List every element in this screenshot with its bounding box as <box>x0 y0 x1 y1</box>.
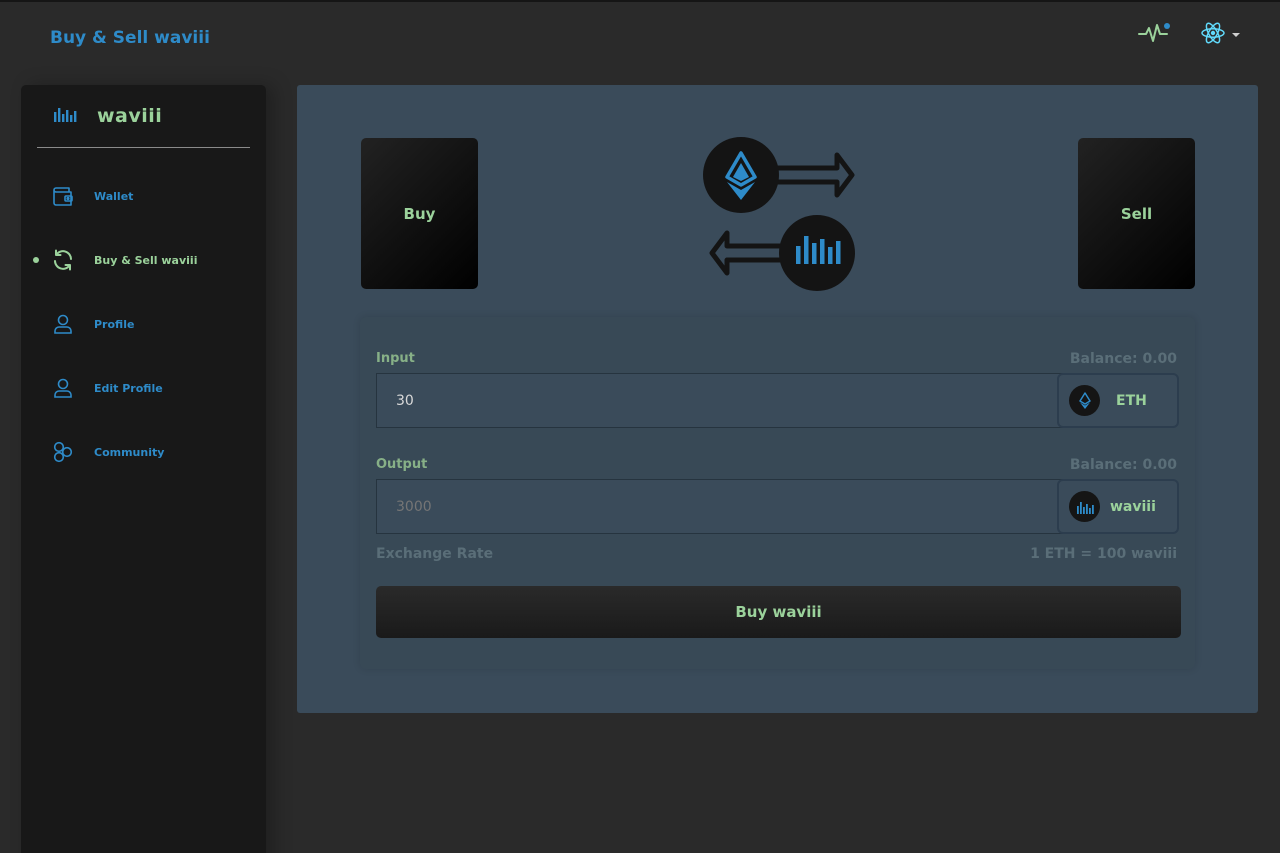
chevron-down-icon <box>1232 33 1240 37</box>
output-balance: Balance: 0.00 <box>1069 457 1177 473</box>
sidebar-brand[interactable]: waviii <box>53 105 162 127</box>
sidebar-divider <box>37 147 250 148</box>
input-token-selector[interactable]: ETH <box>1057 373 1179 428</box>
exchange-form: Input Balance: 0.00 ETH Output Balance: … <box>360 317 1195 669</box>
ethereum-icon <box>1069 385 1100 416</box>
app-menu-dropdown[interactable] <box>1200 20 1240 50</box>
sell-card-label: Sell <box>1120 204 1153 223</box>
input-balance: Balance: 0.00 <box>1069 351 1177 367</box>
sidebar-item-wallet[interactable]: Wallet <box>21 180 266 212</box>
sidebar-item-edit-profile[interactable]: Edit Profile <box>21 372 266 404</box>
input-token-name: ETH <box>1116 392 1147 409</box>
active-indicator <box>33 257 39 263</box>
waviii-token-icon <box>1069 491 1100 522</box>
sidebar-item-label: Community <box>94 445 165 459</box>
waviii-logo-icon <box>53 105 77 127</box>
sidebar: waviii Wallet Buy & Sell waviii Profile … <box>21 85 266 853</box>
sidebar-item-buy-sell[interactable]: Buy & Sell waviii <box>21 244 266 276</box>
refresh-icon <box>51 248 75 272</box>
sell-card[interactable]: Sell <box>1078 138 1195 289</box>
output-token-selector[interactable]: waviii <box>1057 479 1179 534</box>
exchange-panel: Buy Sell Input Balance: 0.00 30 ETH Outp… <box>297 85 1258 713</box>
sidebar-item-label: Wallet <box>94 189 134 203</box>
window-top-border <box>0 0 1280 2</box>
sidebar-item-profile[interactable]: Profile <box>21 308 266 340</box>
ethereum-icon <box>703 137 779 213</box>
sidebar-item-label: Profile <box>94 317 135 331</box>
user-edit-icon <box>51 376 75 400</box>
output-amount-field[interactable] <box>376 479 1076 534</box>
user-icon <box>51 312 75 336</box>
community-icon <box>51 440 75 464</box>
buy-card-label: Buy <box>403 204 436 223</box>
buy-card[interactable]: Buy <box>361 138 478 289</box>
input-label: Input <box>376 351 415 366</box>
swap-illustration <box>703 137 855 291</box>
exchange-rate-label: Exchange Rate <box>376 546 494 562</box>
exchange-rate-value: 1 ETH = 100 waviii <box>1030 546 1177 562</box>
input-amount-field[interactable] <box>376 373 1076 428</box>
sidebar-item-label: Edit Profile <box>94 381 163 395</box>
react-atom-icon <box>1200 20 1226 50</box>
header-actions <box>1136 20 1240 50</box>
arrow-right-icon <box>770 152 855 198</box>
sidebar-item-community[interactable]: Community <box>21 436 266 468</box>
sidebar-item-label: Buy & Sell waviii <box>94 253 198 267</box>
notification-dot <box>1164 23 1170 29</box>
output-label: Output <box>376 457 428 472</box>
waviii-token-icon <box>779 215 855 291</box>
brand-label: waviii <box>97 105 163 127</box>
page-title: Buy & Sell waviii <box>50 28 210 48</box>
output-token-name: waviii <box>1110 498 1156 515</box>
buy-waviii-button[interactable]: Buy waviii <box>376 586 1181 638</box>
wallet-icon <box>51 184 75 208</box>
activity-button[interactable] <box>1136 20 1170 50</box>
